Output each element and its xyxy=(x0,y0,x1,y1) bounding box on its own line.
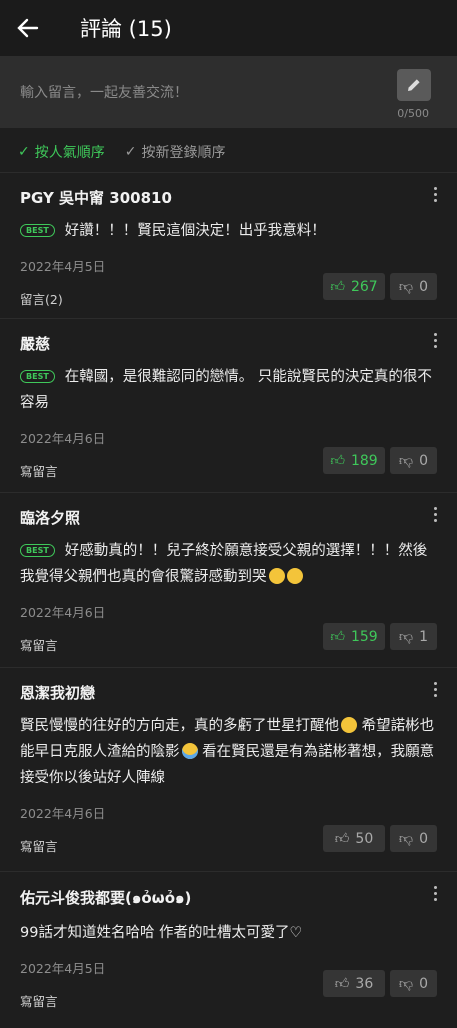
comment-input-area[interactable]: 輸入留言，一起友善交流！ 0/500 xyxy=(0,56,457,128)
comment-date: 2022年4月6日 xyxy=(20,806,106,821)
best-badge: BEST xyxy=(20,370,55,383)
crying-emoji xyxy=(181,743,198,759)
thumbs-up-icon: 👍︎ xyxy=(334,831,350,847)
sort-newest-tab[interactable]: ✓ 按新登錄順序 xyxy=(125,142,226,162)
more-options-icon[interactable] xyxy=(427,333,443,348)
comment-username[interactable]: PGY 吳中甯 300810 xyxy=(20,173,437,208)
more-options-icon[interactable] xyxy=(427,507,443,522)
sort-bar: ✓ 按人氣順序 ✓ 按新登錄順序 xyxy=(0,132,457,173)
thumbs-up-icon: 👍︎ xyxy=(330,629,345,645)
comment-text: 賢民慢慢的往好的方向走，真的多虧了世星打醒他 希望諾彬也能早日克服人渣給的陰影 … xyxy=(20,717,435,786)
thumbs-down-icon: 👎︎ xyxy=(398,629,414,645)
like-button[interactable]: 👍︎ 50 xyxy=(323,825,385,852)
write-comment-button[interactable] xyxy=(397,69,431,101)
comment-item: 嚴慈 BEST 在韓國，是很難認同的戀情。 只能說賢民的決定真的很不容易 2022… xyxy=(0,319,457,493)
dislike-button[interactable]: 👎︎ 0 xyxy=(390,273,437,300)
like-button[interactable]: 👍︎ 36 xyxy=(323,970,385,997)
check-icon: ✓ xyxy=(124,144,137,160)
sort-popular-tab[interactable]: ✓ 按人氣順序 xyxy=(18,142,105,162)
page-title: 評論 (15) xyxy=(80,17,172,41)
more-options-icon[interactable] xyxy=(427,886,443,901)
smile-emoji xyxy=(286,568,303,584)
more-options-icon[interactable] xyxy=(427,187,443,202)
dislike-button[interactable]: 👎︎ 0 xyxy=(390,825,437,852)
vote-buttons: 👍︎ 189 👎︎ 0 xyxy=(323,447,437,474)
thumbs-down-icon: 👎︎ xyxy=(398,976,414,992)
dislike-button[interactable]: 👎︎ 1 xyxy=(390,623,437,650)
thumbs-up-icon: 👍︎ xyxy=(334,976,350,992)
arrow-left-icon xyxy=(17,18,39,38)
comment-text: BEST 好讚！！！賢民這個決定！出乎我意料！ xyxy=(20,218,437,244)
check-icon: ✓ xyxy=(18,144,30,160)
comment-item: 臨洛夕照 BEST 好感動真的！！兒子終於願意接受父親的選擇！！！然後我覺得父親們… xyxy=(0,493,457,668)
sort-newest-label: 按新登錄順序 xyxy=(141,145,226,161)
vote-buttons: 👍︎ 50 👎︎ 0 xyxy=(323,825,437,852)
like-button[interactable]: 👍︎ 159 xyxy=(323,623,385,650)
comment-item: 恩潔我初戀 賢民慢慢的往好的方向走，真的多虧了世星打醒他 希望諾彬也能早日克服人… xyxy=(0,668,457,872)
comment-date: 2022年4月6日 xyxy=(20,605,106,620)
vote-buttons: 👍︎ 267 👎︎ 0 xyxy=(323,273,437,300)
comment-text: BEST 在韓國，是很難認同的戀情。 只能說賢民的決定真的很不容易 xyxy=(20,369,432,411)
vote-buttons: 👍︎ 36 👎︎ 0 xyxy=(323,970,437,997)
sort-popular-label: 按人氣順序 xyxy=(34,145,105,161)
comment-username[interactable]: 佑元斗俊我都要(๑ỏѡỏ๑) xyxy=(20,872,437,910)
smile-emoji xyxy=(268,568,285,584)
pleading-emoji xyxy=(341,717,357,733)
vote-buttons: 👍︎ 159 👎︎ 1 xyxy=(323,623,437,650)
comment-text: 99話才知道姓名哈哈 作者的吐槽太可愛了♡ xyxy=(20,925,303,941)
comment-username[interactable]: 臨洛夕照 xyxy=(20,493,437,528)
like-button[interactable]: 👍︎ 267 xyxy=(323,273,385,300)
best-badge: BEST xyxy=(20,544,55,557)
comment-username[interactable]: 恩潔我初戀 xyxy=(20,668,437,703)
comment-item: PGY 吳中甯 300810 BEST 好讚！！！賢民這個決定！出乎我意料！ 20… xyxy=(0,173,457,319)
comment-input-placeholder[interactable]: 輸入留言，一起友善交流！ xyxy=(20,82,188,102)
top-bar: 評論 (15) xyxy=(0,0,457,56)
thumbs-down-icon: 👎︎ xyxy=(398,831,414,847)
thumbs-up-icon: 👍︎ xyxy=(330,453,345,469)
like-button[interactable]: 👍︎ 189 xyxy=(323,447,385,474)
comment-text: BEST 好感動真的！！兒子終於願意接受父親的選擇！！！然後我覺得父親們也真的會很… xyxy=(20,543,428,585)
back-button[interactable] xyxy=(0,0,56,56)
pencil-icon xyxy=(408,79,420,91)
more-options-icon[interactable] xyxy=(427,682,443,697)
dislike-button[interactable]: 👎︎ 0 xyxy=(390,970,437,997)
dislike-button[interactable]: 👎︎ 0 xyxy=(390,447,437,474)
best-badge: BEST xyxy=(20,224,55,237)
comment-date: 2022年4月6日 xyxy=(20,431,106,446)
thumbs-down-icon: 👎︎ xyxy=(398,453,414,469)
thumbs-up-icon: 👍︎ xyxy=(330,279,345,295)
thumbs-down-icon: 👎︎ xyxy=(398,279,414,295)
comment-username[interactable]: 嚴慈 xyxy=(20,319,437,354)
char-counter: 0/500 xyxy=(397,107,429,120)
comment-item: 佑元斗俊我都要(๑ỏѡỏ๑) 99話才知道姓名哈哈 作者的吐槽太可愛了♡ 202… xyxy=(0,872,457,1022)
